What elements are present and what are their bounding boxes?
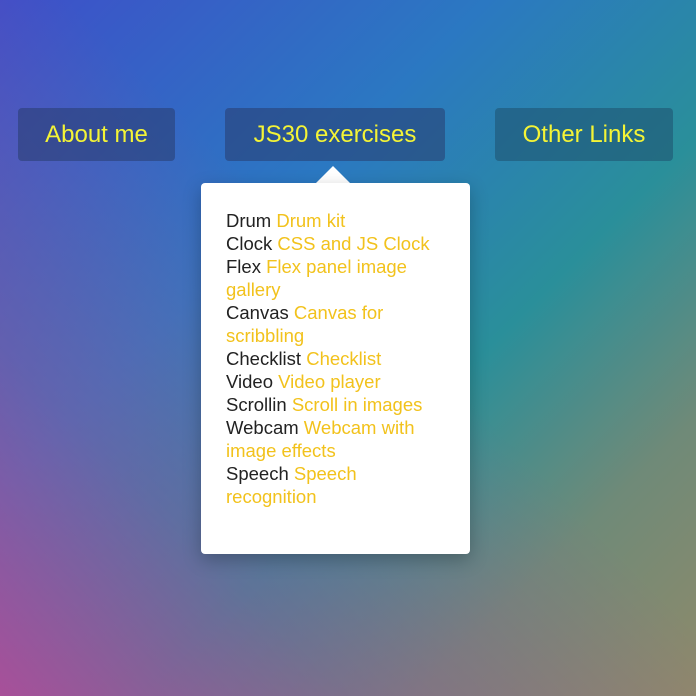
js30-dropdown: Drum Drum kit Clock CSS and JS Clock Fle…: [201, 183, 470, 554]
list-item: Video Video player: [226, 370, 452, 393]
item-name: Drum: [226, 210, 272, 231]
item-name: Canvas: [226, 302, 289, 323]
item-name: Video: [226, 371, 273, 392]
top-nav: About me JS30 exercises Other Links: [0, 108, 696, 162]
item-name: Checklist: [226, 348, 302, 369]
item-link[interactable]: Scroll in images: [292, 394, 423, 415]
list-item: Scrollin Scroll in images: [226, 393, 452, 416]
nav-other-links-button[interactable]: Other Links: [495, 108, 673, 161]
list-item: Canvas Canvas for scribbling: [226, 301, 452, 347]
dropdown-arrow: [316, 166, 350, 183]
list-item: Checklist Checklist: [226, 347, 452, 370]
list-item: Clock CSS and JS Clock: [226, 232, 452, 255]
item-name: Scrollin: [226, 394, 287, 415]
list-item: Flex Flex panel image gallery: [226, 255, 452, 301]
item-name: Webcam: [226, 417, 299, 438]
item-name: Speech: [226, 463, 289, 484]
item-link[interactable]: Video player: [278, 371, 381, 392]
list-item: Speech Speech recognition: [226, 462, 452, 508]
list-item: Webcam Webcam with image effects: [226, 416, 452, 462]
item-name: Flex: [226, 256, 261, 277]
item-link[interactable]: Checklist: [306, 348, 381, 369]
list-item: Drum Drum kit: [226, 209, 452, 232]
item-link[interactable]: Drum kit: [276, 210, 345, 231]
item-link[interactable]: CSS and JS Clock: [277, 233, 429, 254]
nav-js30-exercises-button[interactable]: JS30 exercises: [225, 108, 445, 161]
item-name: Clock: [226, 233, 273, 254]
nav-about-me-button[interactable]: About me: [18, 108, 175, 161]
dropdown-list: Drum Drum kit Clock CSS and JS Clock Fle…: [201, 183, 470, 508]
